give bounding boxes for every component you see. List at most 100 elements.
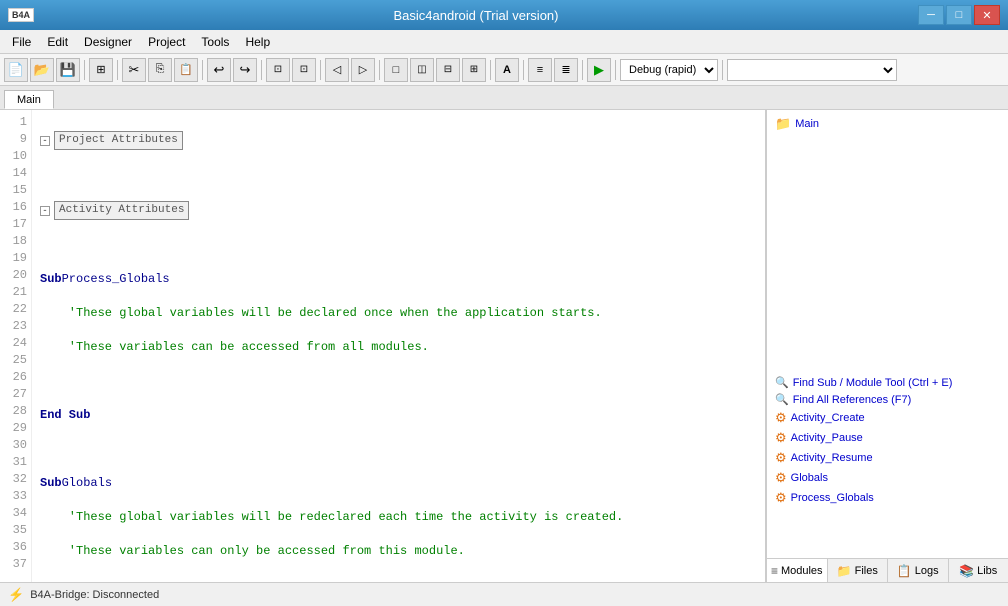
collapse-10[interactable]: - (40, 206, 50, 216)
toolbar: 📄 📂 💾 ⊞ ✂ ⎘ 📋 ↩ ↪ ⊡ ⊡ ◁ ▷ □ ◫ ⊟ ⊞ A ≡ ≣ … (0, 54, 1008, 86)
right-panel-activity-pause: ⚙ Activity_Pause (771, 428, 1004, 448)
toolbar-cut[interactable]: ✂ (122, 58, 146, 82)
toolbar-sq3[interactable]: ⊟ (436, 58, 460, 82)
title-bar-left: B4A (8, 8, 34, 22)
menu-edit[interactable]: Edit (39, 33, 76, 51)
find-sub-link[interactable]: Find Sub / Module Tool (Ctrl + E) (793, 377, 953, 389)
tab-libs[interactable]: 📚 Libs (949, 559, 1008, 582)
sep1 (84, 60, 85, 80)
code-lines[interactable]: -Project Attributes -Activity Attributes… (32, 110, 631, 582)
close-button[interactable]: ✕ (974, 5, 1000, 25)
code-line-21: Sub Globals (40, 475, 623, 492)
maximize-button[interactable]: □ (946, 5, 972, 25)
minimize-button[interactable]: ─ (918, 5, 944, 25)
right-panel-globals: ⚙ Globals (771, 468, 1004, 488)
right-panel-find-sub: 🔍 Find Sub / Module Tool (Ctrl + E) (771, 374, 1004, 391)
app-logo: B4A (8, 8, 34, 22)
activity-create-link[interactable]: Activity_Create (791, 412, 865, 424)
code-editor: 1 9 10 14 15 16 17 18 19 20 21 22 23 24 … (0, 110, 766, 582)
sep8 (523, 60, 524, 80)
toolbar-outdent[interactable]: ≣ (554, 58, 578, 82)
libs-tab-label: Libs (977, 565, 997, 577)
code-line-15: Sub Process_Globals (40, 271, 623, 288)
files-tab-label: Files (855, 565, 878, 577)
code-scroll[interactable]: 1 9 10 14 15 16 17 18 19 20 21 22 23 24 … (0, 110, 765, 582)
toolbar-back[interactable]: ◁ (325, 58, 349, 82)
files-tab-icon: 📁 (837, 564, 852, 578)
code-inner: 1 9 10 14 15 16 17 18 19 20 21 22 23 24 … (0, 110, 765, 582)
toolbar-sq4[interactable]: ⊞ (462, 58, 486, 82)
right-panel-activity-create: ⚙ Activity_Create (771, 408, 1004, 428)
menu-tools[interactable]: Tools (193, 33, 237, 51)
toolbar-fwd[interactable]: ▷ (351, 58, 375, 82)
code-line-22: 'These global variables will be redeclar… (40, 509, 623, 526)
toolbar-save[interactable]: 💾 (56, 58, 80, 82)
toolbar-b1[interactable]: ⊡ (266, 58, 290, 82)
toolbar-sq2[interactable]: ◫ (410, 58, 434, 82)
status-text: B4A-Bridge: Disconnected (30, 589, 159, 601)
tab-logs[interactable]: 📋 Logs (888, 559, 949, 582)
toolbar-open[interactable]: 📂 (30, 58, 54, 82)
region-activity: Activity Attributes (54, 201, 189, 220)
find-refs-icon: 🔍 (775, 393, 789, 406)
toolbar-indent[interactable]: ≡ (528, 58, 552, 82)
menu-designer[interactable]: Designer (76, 33, 140, 51)
right-panel: 📁 Main 🔍 Find Sub / Module Tool (Ctrl + … (766, 110, 1008, 582)
menu-file[interactable]: File (4, 33, 39, 51)
toolbar-new[interactable]: 📄 (4, 58, 28, 82)
find-refs-link[interactable]: Find All References (F7) (793, 394, 912, 406)
tab-bar: Main (0, 86, 1008, 110)
folder-icon: 📁 (775, 116, 791, 132)
sep6 (379, 60, 380, 80)
code-line-18 (40, 373, 623, 390)
status-icon: ⚡ (8, 587, 24, 603)
process-globals-link[interactable]: Process_Globals (791, 492, 874, 504)
activity-pause-icon: ⚙ (775, 430, 787, 446)
tab-files[interactable]: 📁 Files (828, 559, 889, 582)
right-panel-tabs: ≡ Modules 📁 Files 📋 Logs 📚 Libs (767, 558, 1008, 582)
code-line-17: 'These variables can be accessed from al… (40, 339, 623, 356)
menu-project[interactable]: Project (140, 33, 193, 51)
activity-pause-link[interactable]: Activity_Pause (791, 432, 863, 444)
code-line-24 (40, 577, 623, 582)
toolbar-paste[interactable]: 📋 (174, 58, 198, 82)
code-line-1: -Project Attributes (40, 131, 623, 150)
toolbar-undo[interactable]: ↩ (207, 58, 231, 82)
toolbar-font-a[interactable]: A (495, 58, 519, 82)
activity-create-icon: ⚙ (775, 410, 787, 426)
tab-main[interactable]: Main (4, 90, 54, 109)
right-panel-activity-resume: ⚙ Activity_Resume (771, 448, 1004, 468)
right-panel-spacer (771, 134, 1004, 374)
right-panel-find-refs: 🔍 Find All References (F7) (771, 391, 1004, 408)
sep2 (117, 60, 118, 80)
tab-modules[interactable]: ≡ Modules (767, 559, 828, 582)
find-sub-icon: 🔍 (775, 376, 789, 389)
code-line-19: End Sub (40, 407, 623, 424)
code-line-23: 'These variables can only be accessed fr… (40, 543, 623, 560)
toolbar-b2[interactable]: ⊡ (292, 58, 316, 82)
module-dropdown[interactable] (727, 59, 897, 81)
window-title: Basic4android (Trial version) (34, 8, 918, 23)
process-globals-icon: ⚙ (775, 490, 787, 506)
toolbar-sq1[interactable]: □ (384, 58, 408, 82)
logs-tab-label: Logs (915, 565, 939, 577)
logs-tab-icon: 📋 (897, 564, 912, 578)
menu-bar: File Edit Designer Project Tools Help (0, 30, 1008, 54)
debug-mode-dropdown[interactable]: Debug (rapid) (620, 59, 718, 81)
globals-link[interactable]: Globals (791, 472, 828, 484)
modules-tab-icon: ≡ (771, 564, 778, 578)
toolbar-run[interactable]: ▶ (587, 58, 611, 82)
sep5 (320, 60, 321, 80)
title-bar: B4A Basic4android (Trial version) ─ □ ✕ (0, 0, 1008, 30)
toolbar-copy-module[interactable]: ⊞ (89, 58, 113, 82)
collapse-1[interactable]: - (40, 136, 50, 146)
menu-help[interactable]: Help (237, 33, 278, 51)
right-panel-tree-main: 📁 Main (771, 114, 1004, 134)
toolbar-copy[interactable]: ⎘ (148, 58, 172, 82)
right-panel-main-link[interactable]: Main (795, 118, 819, 130)
code-line-10: -Activity Attributes (40, 201, 623, 220)
main-content: 1 9 10 14 15 16 17 18 19 20 21 22 23 24 … (0, 110, 1008, 582)
code-line-16: 'These global variables will be declared… (40, 305, 623, 322)
toolbar-redo[interactable]: ↪ (233, 58, 257, 82)
activity-resume-link[interactable]: Activity_Resume (791, 452, 873, 464)
